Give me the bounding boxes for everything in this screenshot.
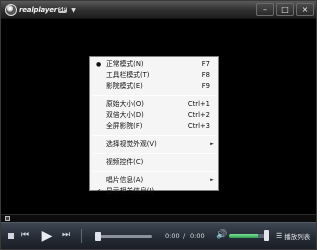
logo-text: realplayer — [19, 6, 58, 14]
prev-icon: ⏮ — [21, 230, 30, 240]
menu-item-original-size[interactable]: 原始大小(O) Ctrl+1 — [90, 99, 218, 110]
menu-item-label: 选择视觉外观(V) — [106, 140, 157, 148]
volume-icon: 🔊 — [216, 230, 228, 240]
control-bar: ⏮ ▶ ⏭ 0:00 / 0:00 🔊 ☰ 播放列表 — [1, 222, 316, 249]
playlist-icon: ☰ — [276, 232, 283, 240]
minimize-button[interactable]: – — [256, 3, 274, 16]
total-time: 0:00 — [190, 232, 205, 240]
next-button[interactable]: ⏭ — [62, 230, 70, 240]
progress-thumb[interactable] — [95, 232, 101, 241]
menu-item-video-controls[interactable]: 视频控件(C) — [90, 157, 218, 168]
menu-item-shortcut: Ctrl+1 — [187, 100, 210, 108]
progress-slider[interactable] — [95, 232, 152, 241]
menu-item-label: 视频控件(C) — [106, 158, 144, 166]
menu-item-label: 全屏影院(F) — [106, 122, 143, 130]
menu-item-fullscreen[interactable]: 全屏影院(F) Ctrl+3 — [90, 121, 218, 132]
volume-thumb[interactable] — [264, 230, 269, 241]
menu-item-choose-skin[interactable]: 选择视觉外观(V) ► — [90, 139, 218, 150]
menu-separator — [93, 153, 215, 154]
logo-badge: SP — [58, 7, 68, 13]
seek-handle[interactable] — [5, 216, 10, 221]
menu-item-shortcut: Ctrl+2 — [187, 111, 210, 119]
app-menu-button[interactable]: realplayer SP ▼ — [5, 4, 76, 16]
menu-item-label: 工具栏模式(T) — [106, 71, 150, 79]
context-menu: ● 正常模式(N) F7 工具栏模式(T) F8 影院模式(E) F9 原始大小… — [89, 56, 219, 195]
menu-item-shortcut: F8 — [201, 71, 210, 79]
volume-slider[interactable] — [229, 234, 265, 238]
current-time: 0:00 — [165, 232, 180, 240]
submenu-arrow-icon: ► — [210, 141, 214, 147]
maximize-button[interactable]: □ — [276, 3, 294, 16]
previous-button[interactable]: ⏮ — [21, 230, 29, 240]
menu-item-label: 双倍大小(D) — [106, 111, 144, 119]
mute-button[interactable]: 🔊 — [216, 230, 227, 240]
submenu-arrow-icon: ► — [210, 177, 214, 183]
realplayer-window: realplayer SP ▼ – □ × ● 正常模式(N) F7 工具栏模式… — [0, 0, 317, 250]
menu-item-label: 唱片信息(A) — [106, 176, 144, 184]
playlist-button[interactable]: ☰ 播放列表 — [276, 229, 310, 243]
seek-bar[interactable] — [1, 214, 316, 222]
menu-item-shortcut: F7 — [201, 60, 210, 68]
menu-item-shortcut: F9 — [201, 82, 210, 90]
playlist-label: 播放列表 — [284, 233, 311, 241]
menu-item-theater-mode[interactable]: 影院模式(E) F9 — [90, 81, 218, 92]
play-button[interactable]: ▶ — [38, 227, 56, 245]
menu-separator — [93, 135, 215, 136]
menu-separator — [93, 171, 215, 172]
next-icon: ⏭ — [62, 230, 71, 240]
menu-item-label: 正常模式(N) — [106, 60, 144, 68]
title-bar[interactable]: realplayer SP ▼ – □ × — [1, 1, 316, 19]
menu-item-show-related-info[interactable]: ✔ 显示相关信息(I) — [90, 186, 218, 197]
menu-item-label: 原始大小(O) — [106, 100, 144, 108]
menu-item-label: 影院模式(E) — [106, 82, 143, 90]
checkmark-icon: ✔ — [96, 188, 102, 195]
menu-separator — [93, 95, 215, 96]
menu-item-shortcut: Ctrl+3 — [187, 122, 210, 130]
radio-dot-icon: ● — [96, 61, 102, 68]
realplayer-logo-icon — [5, 4, 17, 16]
play-icon: ▶ — [41, 228, 53, 244]
menu-item-toolbar-mode[interactable]: 工具栏模式(T) F8 — [90, 70, 218, 81]
menu-item-label: 显示相关信息(I) — [106, 187, 155, 195]
close-button[interactable]: × — [296, 3, 314, 16]
time-separator: / — [183, 232, 186, 240]
menu-item-normal-mode[interactable]: ● 正常模式(N) F7 — [90, 59, 218, 70]
divider — [81, 229, 82, 243]
chevron-down-icon: ▼ — [71, 6, 76, 14]
menu-item-double-size[interactable]: 双倍大小(D) Ctrl+2 — [90, 110, 218, 121]
stop-icon — [8, 233, 14, 239]
volume-fill — [229, 234, 258, 238]
menu-item-album-info[interactable]: 唱片信息(A) ► — [90, 175, 218, 186]
stop-button[interactable] — [7, 232, 15, 240]
